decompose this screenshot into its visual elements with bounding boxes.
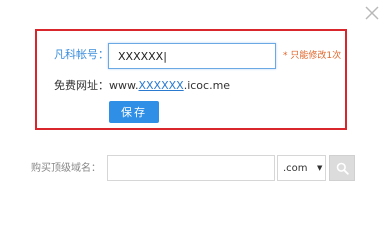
- edit-limit-hint: * 只能修改1次: [283, 51, 342, 61]
- url-subdomain-link[interactable]: XXXXXX: [138, 79, 183, 92]
- search-icon: [336, 162, 349, 175]
- tld-selected-value: .com: [283, 163, 308, 174]
- domain-settings-dialog: 凡科帐号： * 只能修改1次 免费网址： www.XXXXXX.icoc.me …: [0, 0, 388, 240]
- caret-down-icon: ▼: [317, 164, 323, 172]
- account-label: 凡科帐号：: [54, 48, 109, 61]
- free-url-value: www.XXXXXX.icoc.me: [109, 79, 230, 93]
- account-input[interactable]: [108, 43, 276, 69]
- save-button[interactable]: 保存: [109, 101, 159, 123]
- domain-search-button[interactable]: [329, 155, 355, 181]
- domain-search-input[interactable]: [107, 155, 275, 181]
- free-url-label: 免费网址：: [54, 79, 109, 92]
- url-prefix: www.: [109, 79, 139, 92]
- close-icon[interactable]: [363, 4, 381, 22]
- buy-domain-label: 购买顶级域名：: [31, 163, 101, 174]
- url-suffix: .icoc.me: [183, 79, 231, 92]
- tld-select[interactable]: .com ▼: [277, 155, 326, 181]
